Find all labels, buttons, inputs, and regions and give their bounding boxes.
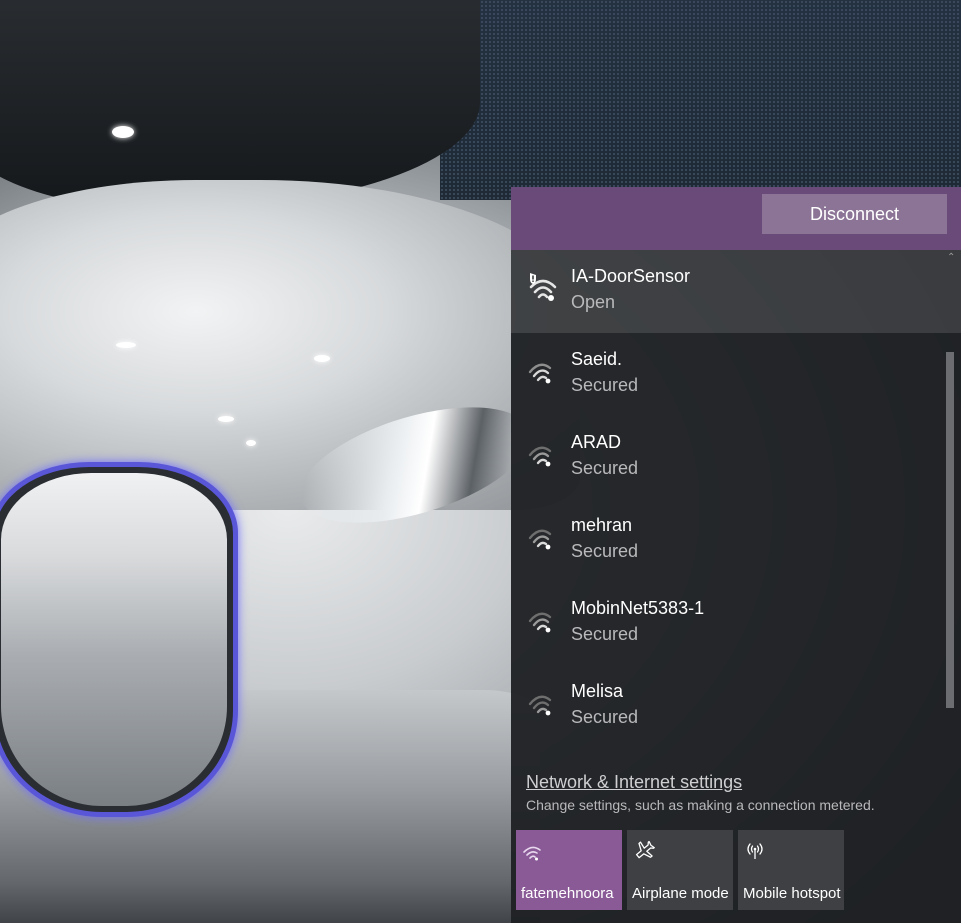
wifi-secured-icon [528,612,552,633]
network-name: MobinNet5383-1 [571,598,705,618]
wallpaper-light [112,126,134,138]
network-name: mehran [571,515,633,535]
network-status: Secured [571,375,639,395]
network-item[interactable]: MobinNet5383-1 Secured [511,582,961,665]
wallpaper-light [116,342,136,348]
tile-label: Airplane mode [632,885,729,902]
wifi-open-shield-icon [529,273,557,301]
network-flyout: Disconnect IA-DoorSensor Open Saeid. Sec… [511,187,961,923]
network-name: Saeid. [571,349,623,369]
wifi-secured-icon [528,363,552,384]
network-status: Secured [571,624,639,644]
network-status: Secured [571,707,639,727]
network-name: ARAD [571,432,622,452]
connected-network-row[interactable]: Disconnect [511,187,961,250]
network-item[interactable]: IA-DoorSensor Open [511,250,961,333]
wifi-toggle-tile[interactable]: fatemehnoora [516,830,622,910]
scroll-thumb[interactable] [946,352,954,708]
wifi-icon [523,846,541,861]
network-status: Secured [571,541,639,561]
network-status: Secured [571,458,639,478]
network-settings-link[interactable]: Network & Internet settings [526,772,742,793]
wallpaper-backdrop [440,0,961,200]
network-status: Open [571,292,616,312]
network-name: Melisa [571,681,624,701]
wallpaper-grille [0,462,238,817]
wallpaper-light [218,416,234,422]
network-item[interactable]: ARAD Secured [511,416,961,499]
network-list: IA-DoorSensor Open Saeid. Secured ARAD S… [511,250,961,747]
wifi-secured-icon [528,529,552,550]
network-list-scrollbar[interactable]: ⌃ ⌄ [943,250,961,747]
wallpaper-windshield [0,0,480,210]
wifi-secured-icon [528,446,552,467]
wallpaper-light [246,440,256,446]
airplane-mode-tile[interactable]: Airplane mode [627,830,733,910]
network-settings-description: Change settings, such as making a connec… [526,797,875,813]
network-item[interactable]: Melisa Secured [511,665,961,747]
scroll-up-arrow-icon[interactable]: ⌃ [947,252,955,263]
tile-label: fatemehnoora [521,885,614,902]
network-item[interactable]: mehran Secured [511,499,961,582]
wallpaper-light [314,355,330,362]
network-name: IA-DoorSensor [571,266,691,286]
tile-label: Mobile hotspot [743,885,841,902]
wifi-secured-icon [528,695,552,716]
disconnect-button[interactable]: Disconnect [762,194,947,234]
hotspot-icon [747,843,763,859]
mobile-hotspot-tile[interactable]: Mobile hotspot [738,830,844,910]
network-item[interactable]: Saeid. Secured [511,333,961,416]
airplane-icon [635,840,655,859]
